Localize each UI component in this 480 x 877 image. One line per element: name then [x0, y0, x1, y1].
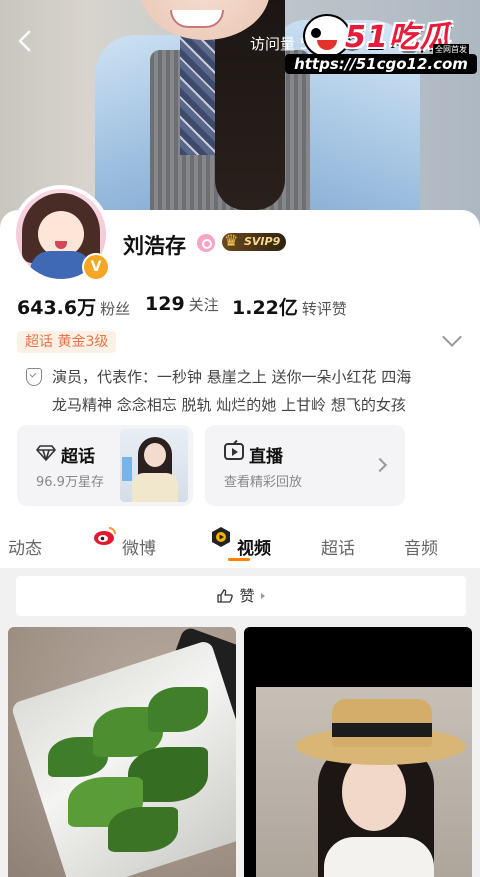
stat-label: 粉丝 — [100, 300, 131, 318]
live-card[interactable]: 直播 查看精彩回放 — [205, 425, 405, 506]
like-filter-bar[interactable]: 赞 — [16, 576, 466, 616]
card-title: 直播 — [249, 447, 283, 467]
card-title: 超话 — [61, 447, 95, 467]
active-tab-indicator — [228, 558, 250, 561]
thumb-body — [132, 473, 178, 502]
thumb-leaf — [148, 687, 208, 732]
level-text: 黄金3级 — [57, 334, 109, 350]
stat-value: 1.22亿 — [232, 297, 298, 319]
stat-following[interactable]: 129 关注 — [145, 293, 219, 315]
supertopic-card[interactable]: 超话 96.9万星存 — [17, 425, 193, 506]
pink-badge-icon[interactable] — [197, 234, 215, 252]
caret-right-icon — [260, 593, 265, 599]
stat-value: 643.6万 — [17, 297, 97, 319]
video-icon — [212, 527, 230, 547]
bio-line-1: 演员，代表作：一秒钟 悬崖之上 送你一朵小红花 四海 — [52, 368, 412, 386]
watermark-url: https://51cgo12.com — [285, 54, 477, 74]
back-icon — [18, 30, 31, 52]
thumb-hat-band — [332, 723, 432, 737]
thumb-up-icon — [217, 589, 234, 603]
level-prefix: 超话 — [25, 334, 53, 350]
svip-label: SVIP9 — [244, 235, 281, 248]
profile-name: 刘浩存 — [123, 234, 186, 258]
like-filter-label: 赞 — [239, 587, 255, 605]
profile-tab-bar: 动态 微博 视频 超话 音频 — [0, 522, 480, 568]
stat-label: 关注 — [188, 296, 219, 314]
back-button[interactable] — [10, 26, 40, 56]
thumb-tag — [122, 457, 132, 481]
stat-value: 129 — [145, 293, 185, 315]
bio-line-2: 龙马精神 念念相忘 脱轨 灿烂的她 上甘岭 想飞的女孩 — [52, 396, 406, 414]
thumb-shirt — [324, 837, 434, 877]
card-subtitle: 查看精彩回放 — [224, 475, 303, 490]
like-filter-content: 赞 — [16, 576, 466, 616]
supertopic-thumbnail — [120, 429, 188, 502]
crown-icon: ♛ — [224, 231, 239, 250]
tab-feed[interactable]: 动态 — [8, 534, 42, 559]
live-icon — [224, 443, 244, 460]
bio-icon — [26, 368, 42, 386]
tab-video[interactable]: 视频 — [237, 534, 271, 559]
verified-icon: V — [82, 253, 110, 281]
tab-audio[interactable]: 音频 — [404, 534, 438, 559]
stat-followers[interactable]: 643.6万 粉丝 — [17, 293, 130, 320]
thumb-face — [144, 443, 166, 467]
svip-badge[interactable]: ♛ SVIP9 — [222, 231, 287, 251]
tab-weibo[interactable]: 微博 — [122, 534, 156, 559]
video-thumbnail[interactable] — [244, 627, 472, 877]
chevron-right-icon — [372, 457, 388, 473]
supertopic-level-badge[interactable]: 超话 黄金3级 — [17, 331, 117, 353]
diamond-icon — [36, 445, 56, 461]
video-thumbnail[interactable] — [8, 627, 236, 877]
tab-supertopic[interactable]: 超话 — [321, 534, 355, 559]
thumb-leaf — [108, 807, 178, 852]
stat-label: 转评赞 — [301, 300, 347, 318]
watermark-mascot-icon — [303, 14, 351, 58]
card-subtitle: 96.9万星存 — [36, 475, 104, 490]
weibo-icon — [94, 527, 116, 545]
stat-interactions[interactable]: 1.22亿 转评赞 — [232, 293, 347, 320]
more-icon[interactable]: ·· — [440, 30, 454, 55]
